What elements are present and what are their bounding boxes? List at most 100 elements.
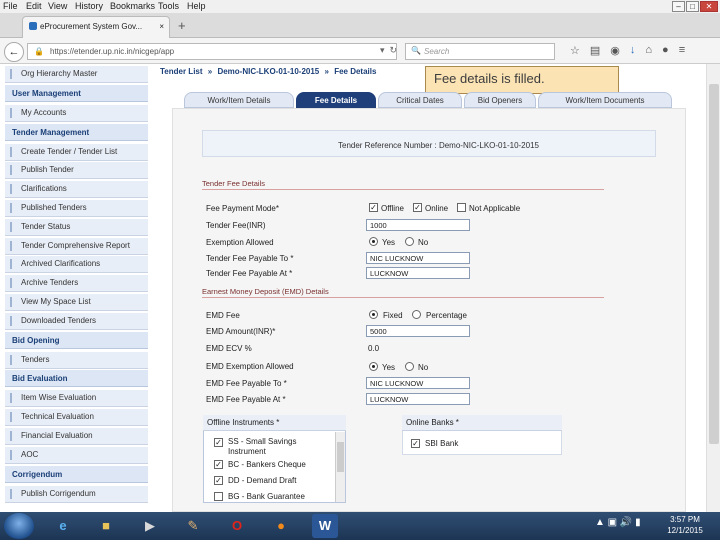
internet-explorer-icon[interactable]: e: [50, 514, 76, 538]
emd-payable-at-input[interactable]: LUCKNOW: [366, 393, 470, 405]
sidebar-item-downloaded-tenders[interactable]: Downloaded Tenders: [5, 312, 148, 330]
url-bar[interactable]: 🔒 https://etender.up.nic.in/nicgep/app: [27, 43, 397, 60]
minimize-button[interactable]: –: [672, 1, 685, 12]
instrument-bg-label: BG - Bank Guarantee: [228, 492, 305, 501]
browser-tab[interactable]: eProcurement System Gov... ×: [22, 16, 170, 38]
close-window-button[interactable]: ✕: [700, 1, 718, 12]
tab-work-item-documents[interactable]: Work/Item Documents: [538, 92, 672, 108]
menu-edit[interactable]: Edit: [26, 1, 42, 11]
tab-fee-details[interactable]: Fee Details: [296, 92, 376, 108]
url-text: https://etender.up.nic.in/nicgep/app: [50, 47, 175, 56]
sidebar-item-financial-evaluation[interactable]: Financial Evaluation: [5, 428, 148, 445]
instrument-ss-checkbox[interactable]: ✓: [214, 438, 223, 447]
tender-fee-input[interactable]: 1000: [366, 219, 470, 231]
menu-icon[interactable]: ≡: [679, 44, 685, 57]
menu-help[interactable]: Help: [187, 1, 206, 11]
bookmark-star-icon[interactable]: ☆: [570, 44, 580, 57]
exemption-yes-radio[interactable]: [369, 237, 378, 246]
sidebar-item-technical-evaluation[interactable]: Technical Evaluation: [5, 409, 148, 427]
emd-payable-to-input[interactable]: NIC LUCKNOW: [366, 377, 470, 389]
bank-sbi-checkbox[interactable]: ✓: [411, 439, 420, 448]
not-applicable-option-label: Not Applicable: [469, 204, 521, 213]
emd-amount-input[interactable]: 5000: [366, 325, 470, 337]
sidebar-item-published-tenders[interactable]: Published Tenders: [5, 200, 148, 217]
emd-payable-to-label: EMD Fee Payable To *: [206, 379, 287, 388]
fee-payable-to-input[interactable]: NIC LUCKNOW: [366, 252, 470, 264]
sidebar-item-publish-corrigendum[interactable]: Publish Corrigendum: [5, 485, 148, 503]
emd-section-title: Earnest Money Deposit (EMD) Details: [202, 284, 604, 298]
taskbar-clock[interactable]: 3:57 PM 12/1/2015: [660, 514, 710, 536]
window-controls: – □ ✕: [672, 1, 718, 12]
pocket-icon[interactable]: ◉: [610, 44, 620, 57]
new-tab-button[interactable]: +: [178, 18, 186, 33]
menu-history[interactable]: History: [75, 1, 103, 11]
breadcrumb: Tender List » Demo-NIC-LKO-01-10-2015 » …: [160, 67, 379, 76]
opera-icon[interactable]: O: [224, 514, 250, 538]
file-explorer-icon[interactable]: ■: [93, 514, 119, 538]
instrument-bc-label: BC - Bankers Cheque: [228, 460, 306, 469]
instrument-bc-checkbox[interactable]: ✓: [214, 460, 223, 469]
breadcrumb-tender-id[interactable]: Demo-NIC-LKO-01-10-2015: [217, 67, 319, 76]
sidebar-item-aoc[interactable]: AOC: [5, 446, 148, 464]
fee-payable-at-input[interactable]: LUCKNOW: [366, 267, 470, 279]
scrollbar-thumb[interactable]: [709, 84, 719, 444]
sidebar-item-tender-comprehensive-report[interactable]: Tender Comprehensive Report: [5, 237, 148, 255]
media-player-icon[interactable]: ▶: [137, 514, 163, 538]
firefox-icon[interactable]: ●: [268, 514, 294, 538]
sidebar-item-item-wise-evaluation[interactable]: Item Wise Evaluation: [5, 390, 148, 408]
emd-fixed-radio[interactable]: [369, 310, 378, 319]
menu-tools[interactable]: Tools: [158, 1, 179, 11]
search-icon: 🔍: [411, 46, 421, 55]
sidebar-item-view-my-space-list[interactable]: View My Space List: [5, 294, 148, 311]
emd-exemption-yes-label: Yes: [382, 363, 396, 372]
offline-instruments-scrollbar[interactable]: [335, 432, 345, 502]
emd-exemption-no-radio[interactable]: [405, 362, 414, 371]
sidebar-item-tenders[interactable]: Tenders: [5, 351, 148, 369]
clock-time: 3:57 PM: [670, 515, 700, 524]
sidebar-item-org-hierarchy-master[interactable]: Org Hierarchy Master: [5, 66, 148, 83]
menu-bookmarks[interactable]: Bookmarks: [110, 1, 155, 11]
sidebar-item-publish-tender[interactable]: Publish Tender: [5, 162, 148, 180]
home-icon[interactable]: ⌂: [645, 44, 652, 57]
tab-close-icon[interactable]: ×: [159, 22, 164, 31]
breadcrumb-separator: »: [324, 67, 329, 76]
reload-icon[interactable]: ▾ ↻: [380, 45, 397, 56]
page-scrollbar[interactable]: [706, 64, 720, 512]
paint-icon[interactable]: ✎: [180, 514, 206, 538]
emd-percentage-radio[interactable]: [412, 310, 421, 319]
chat-icon[interactable]: ●: [662, 44, 669, 57]
scrollbar-thumb[interactable]: [337, 442, 344, 472]
fee-payment-mode-label: Fee Payment Mode*: [206, 204, 279, 213]
search-input[interactable]: 🔍 Search: [405, 43, 555, 60]
emd-fee-label: EMD Fee: [206, 311, 240, 320]
bank-sbi-label: SBI Bank: [425, 439, 459, 448]
sidebar-item-archive-tenders[interactable]: Archive Tenders: [5, 275, 148, 293]
maximize-button[interactable]: □: [686, 1, 699, 12]
sidebar-heading-user-management: User Management: [5, 84, 148, 102]
tab-work-item-details[interactable]: Work/Item Details: [184, 92, 294, 108]
menu-view[interactable]: View: [48, 1, 67, 11]
sidebar-item-my-accounts[interactable]: My Accounts: [5, 104, 148, 122]
menu-file[interactable]: File: [3, 1, 18, 11]
emd-exemption-yes-radio[interactable]: [369, 362, 378, 371]
download-icon[interactable]: ↓: [630, 44, 636, 57]
instrument-dd-checkbox[interactable]: ✓: [214, 476, 223, 485]
tab-bid-openers[interactable]: Bid Openers: [464, 92, 536, 108]
back-button[interactable]: ←: [4, 42, 24, 62]
reading-list-icon[interactable]: ▤: [590, 44, 600, 57]
breadcrumb-tender-list[interactable]: Tender List: [160, 67, 203, 76]
instrument-bg-checkbox[interactable]: [214, 492, 223, 501]
sidebar-item-clarifications[interactable]: Clarifications: [5, 181, 148, 199]
offline-checkbox[interactable]: ✓: [369, 203, 378, 212]
word-icon[interactable]: W: [312, 514, 338, 538]
sidebar-item-tender-status[interactable]: Tender Status: [5, 218, 148, 236]
tab-critical-dates[interactable]: Critical Dates: [378, 92, 462, 108]
sidebar-item-create-tender-tender-list[interactable]: Create Tender / Tender List: [5, 143, 148, 161]
sidebar-item-archived-clarifications[interactable]: Archived Clarifications: [5, 256, 148, 274]
system-tray-icons[interactable]: ▲ ▣ 🔊 ▮: [595, 517, 641, 528]
exemption-no-radio[interactable]: [405, 237, 414, 246]
site-favicon-icon: [29, 22, 37, 30]
start-button[interactable]: [4, 513, 34, 539]
online-checkbox[interactable]: ✓: [413, 203, 422, 212]
not-applicable-checkbox[interactable]: [457, 203, 466, 212]
